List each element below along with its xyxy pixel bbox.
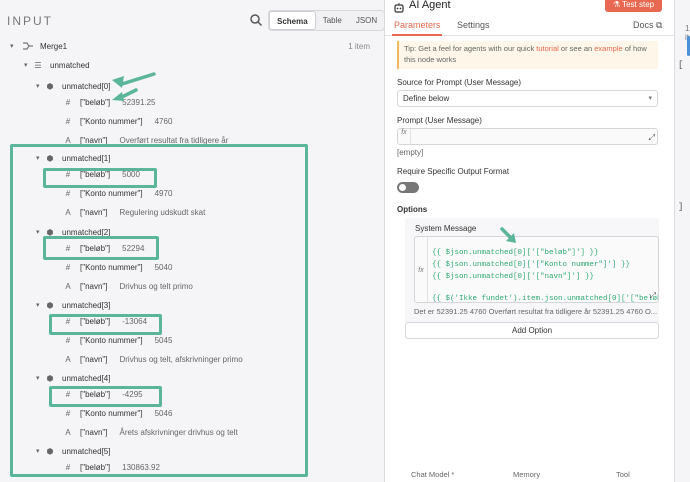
prompt-hint: [empty] bbox=[397, 148, 424, 157]
root-key: unmatched bbox=[50, 60, 90, 70]
external-link-icon: ⧉ bbox=[656, 20, 663, 30]
tip-text: Tip: Get a feel for agents with our quic… bbox=[404, 44, 537, 53]
expand-icon[interactable]: ⤢ bbox=[649, 133, 655, 143]
group-label: unmatched[0] bbox=[62, 81, 111, 91]
json-bracket-close: ] bbox=[678, 202, 684, 212]
expand-icon[interactable]: ⤢ bbox=[650, 291, 656, 301]
annotation-arrow-icon bbox=[112, 72, 156, 101]
tip-banner: Tip: Get a feel for agents with our quic… bbox=[397, 41, 658, 69]
code-line: {{ $('Ikke fundet').item.json.unmatched[… bbox=[432, 295, 659, 303]
number-type-icon: # bbox=[65, 116, 71, 126]
node-name: Merge1 bbox=[40, 41, 68, 51]
chevron-down-icon: ▾ bbox=[36, 83, 40, 90]
system-message-editor[interactable]: fx {{ $json.unmatched[0]['["beløb"]'] }}… bbox=[414, 236, 659, 303]
flask-icon: ⚗ bbox=[612, 0, 623, 9]
prompt-label: Prompt (User Message) bbox=[397, 116, 482, 125]
example-link[interactable]: example bbox=[594, 44, 622, 53]
output-panel: 1 it [ ] bbox=[675, 0, 690, 482]
highlight-box bbox=[43, 236, 159, 260]
root-key-row[interactable]: ▾ ☰ unmatched bbox=[24, 57, 102, 73]
source-label: Source for Prompt (User Message) bbox=[397, 78, 522, 87]
code-line: {{ $json.unmatched[0]['["navn"]'] }} bbox=[432, 273, 595, 281]
output-format-toggle[interactable] bbox=[397, 182, 419, 193]
chat-model-connector[interactable]: Chat Model * bbox=[411, 470, 454, 479]
tutorial-link[interactable]: tutorial bbox=[536, 44, 559, 53]
number-type-icon: # bbox=[65, 97, 71, 107]
field-value: 4760 bbox=[154, 116, 173, 126]
highlight-box-large bbox=[10, 144, 308, 477]
field-key: ["beløb"] bbox=[80, 97, 111, 107]
object-icon: ⬢ bbox=[46, 81, 54, 91]
input-panel: INPUT Schema Table JSON ▾ Merge1 1 item … bbox=[0, 0, 386, 482]
fx-icon: fx bbox=[415, 237, 428, 302]
annotation-arrow-icon bbox=[500, 227, 516, 243]
tab-settings[interactable]: Settings bbox=[457, 20, 490, 30]
chevron-down-icon: ▾ bbox=[24, 62, 28, 69]
tool-connector[interactable]: Tool bbox=[616, 470, 630, 479]
docs-label: Docs bbox=[633, 20, 654, 30]
search-icon[interactable] bbox=[249, 13, 263, 27]
chevron-down-icon: ▾ bbox=[648, 95, 652, 102]
field-row[interactable]: # ["Konto nummer"] 4760 bbox=[62, 113, 173, 129]
docs-link[interactable]: Docs ⧉ bbox=[633, 20, 662, 31]
ai-agent-panel: AI Agent ⚗ Test step Parameters Settings… bbox=[385, 0, 675, 482]
node-title: AI Agent bbox=[409, 0, 451, 11]
item-count: 1 item bbox=[348, 41, 370, 51]
resolved-preview: Det er 52391.25 4760 Overført resultat f… bbox=[414, 307, 658, 316]
highlight-box bbox=[49, 386, 162, 407]
prompt-input[interactable]: fx ⤢ bbox=[397, 128, 658, 145]
memory-connector[interactable]: Memory bbox=[513, 470, 540, 479]
code-line: {{ $json.unmatched[0]['["Konto nummer"]'… bbox=[432, 261, 631, 269]
system-message-label: System Message bbox=[415, 224, 477, 233]
list-icon: ☰ bbox=[34, 60, 42, 70]
fx-icon: fx bbox=[398, 129, 411, 144]
source-value: Define below bbox=[403, 94, 450, 103]
view-json-button[interactable]: JSON bbox=[349, 11, 384, 30]
view-schema-button[interactable]: Schema bbox=[269, 11, 316, 30]
source-select[interactable]: Define below ▾ bbox=[397, 90, 658, 107]
input-header: INPUT bbox=[7, 14, 53, 28]
tip-text: or see an bbox=[558, 44, 595, 53]
field-key: ["Konto nummer"] bbox=[80, 116, 143, 126]
chevron-down-icon: ▾ bbox=[10, 43, 14, 50]
node-row[interactable]: ▾ Merge1 1 item bbox=[10, 38, 380, 54]
view-table-button[interactable]: Table bbox=[316, 11, 349, 30]
active-tab-indicator bbox=[392, 34, 442, 36]
view-switcher: Schema Table JSON bbox=[268, 10, 386, 31]
robot-icon bbox=[394, 3, 404, 13]
tab-parameters[interactable]: Parameters bbox=[394, 20, 441, 30]
options-label: Options bbox=[397, 205, 428, 214]
merge-icon bbox=[23, 42, 33, 50]
tab-bar: Parameters Settings Docs ⧉ bbox=[385, 16, 675, 36]
code-line: {{ $json.unmatched[0]['["beløb"]'] }} bbox=[432, 249, 599, 257]
json-bracket-open: [ bbox=[678, 60, 684, 70]
highlight-box bbox=[49, 314, 162, 335]
format-label: Require Specific Output Format bbox=[397, 167, 510, 176]
add-option-button[interactable]: Add Option bbox=[405, 322, 659, 339]
test-step-button[interactable]: ⚗ Test step bbox=[605, 0, 662, 12]
highlight-box bbox=[43, 168, 157, 188]
test-step-label: Test step bbox=[622, 0, 655, 9]
